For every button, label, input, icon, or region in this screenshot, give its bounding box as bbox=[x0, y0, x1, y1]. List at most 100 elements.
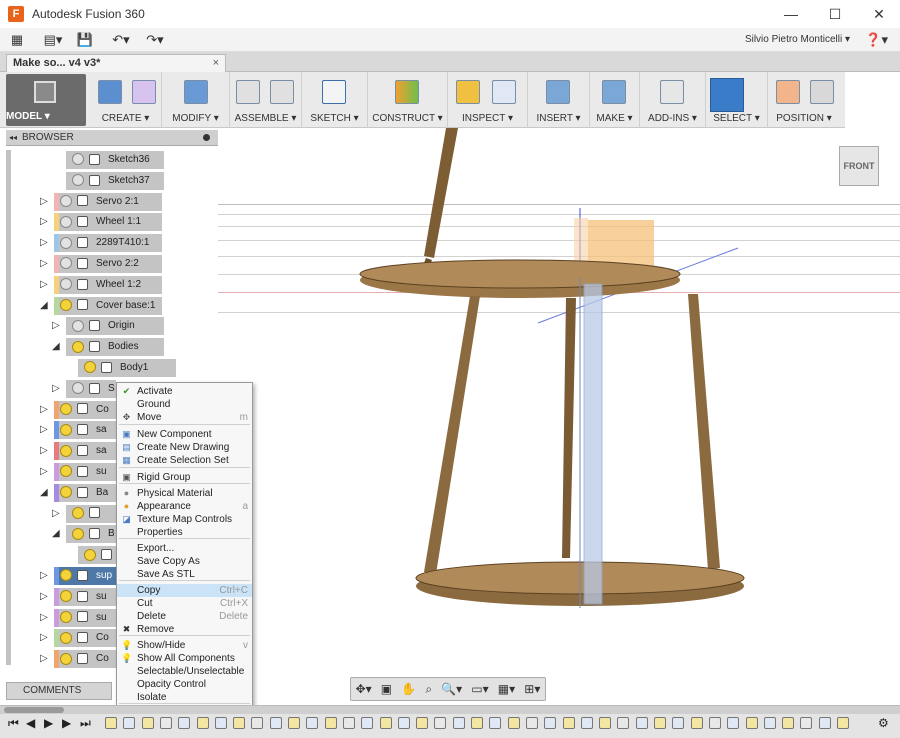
visibility-bulb-icon[interactable] bbox=[72, 319, 84, 332]
tree-expander-icon[interactable]: ◢ bbox=[40, 300, 48, 311]
box-icon[interactable] bbox=[98, 80, 122, 104]
zoom-icon[interactable]: ⌕ bbox=[425, 682, 432, 697]
browser-tree-node[interactable]: Servo 2:2 bbox=[54, 255, 162, 273]
timeline-feature-icon[interactable] bbox=[672, 717, 685, 729]
timeline-feature-icon[interactable] bbox=[708, 717, 721, 729]
close-button[interactable]: ✕ bbox=[856, 0, 900, 28]
position-group[interactable]: POSITION ▾ bbox=[768, 72, 840, 128]
visibility-bulb-icon[interactable] bbox=[60, 402, 72, 415]
visibility-bulb-icon[interactable] bbox=[60, 236, 72, 249]
browser-tree-node[interactable] bbox=[66, 504, 116, 523]
visibility-bulb-icon[interactable] bbox=[60, 569, 72, 582]
look-at-icon[interactable]: ▣ bbox=[381, 682, 392, 696]
visibility-bulb-icon[interactable] bbox=[72, 527, 84, 540]
tree-expander-icon[interactable]: ▷ bbox=[40, 404, 48, 415]
visibility-bulb-icon[interactable] bbox=[72, 174, 84, 187]
browser-header[interactable]: ◂◂ BROWSER bbox=[6, 130, 218, 146]
browser-tree-node[interactable]: Body1 bbox=[78, 359, 176, 377]
add-ins-group[interactable]: ADD-INS ▾ bbox=[640, 72, 706, 128]
browser-tree-node[interactable]: Wheel 1:2 bbox=[54, 275, 162, 294]
pan-icon[interactable]: ✋ bbox=[401, 682, 416, 696]
context-menu-item-new-component[interactable]: ▣ New Component bbox=[117, 428, 252, 441]
pin-icon[interactable] bbox=[203, 134, 210, 141]
inspect-group[interactable]: INSPECT ▾ bbox=[448, 72, 528, 128]
context-menu-item-ground[interactable]: Ground bbox=[117, 398, 252, 411]
timeline-feature-icon[interactable] bbox=[800, 717, 813, 729]
timeline-feature-icon[interactable] bbox=[690, 717, 703, 729]
step-forward-icon[interactable]: ▶ bbox=[44, 716, 53, 730]
context-menu-item-texture-map-controls[interactable]: ◪ Texture Map Controls bbox=[117, 513, 252, 526]
context-menu-item-remove[interactable]: ✖ Remove bbox=[117, 623, 252, 636]
add-ins-menu[interactable]: ADD-INS ▾ bbox=[640, 113, 705, 124]
context-menu-item-opacity-control[interactable]: Opacity Control bbox=[117, 678, 252, 691]
select-menu[interactable]: SELECT ▾ bbox=[706, 113, 767, 124]
comments-panel[interactable]: COMMENTS bbox=[6, 682, 112, 700]
timeline-feature-icon[interactable] bbox=[525, 717, 538, 729]
timeline-feature-icon[interactable] bbox=[196, 717, 209, 729]
timeline-feature-icon[interactable] bbox=[214, 717, 227, 729]
save-icon[interactable]: 💾 bbox=[72, 32, 98, 48]
context-menu-item-properties[interactable]: Properties bbox=[117, 526, 252, 539]
timeline-feature-icon[interactable] bbox=[489, 717, 502, 729]
timeline-feature-icon[interactable] bbox=[288, 717, 300, 729]
timeline-feature-icon[interactable] bbox=[452, 717, 465, 729]
visibility-bulb-icon[interactable] bbox=[60, 444, 72, 457]
play-icon[interactable]: ▶ bbox=[62, 716, 71, 730]
modify-group[interactable]: MODIFY ▾ bbox=[162, 72, 230, 128]
context-menu-item-create-new-drawing[interactable]: ▤ Create New Drawing bbox=[117, 441, 252, 454]
tree-expander-icon[interactable]: ▷ bbox=[40, 466, 48, 477]
revert-position-icon[interactable] bbox=[810, 80, 834, 104]
inspect-menu[interactable]: INSPECT ▾ bbox=[448, 113, 527, 124]
browser-tree-node[interactable]: Co bbox=[54, 629, 116, 648]
visibility-bulb-icon[interactable] bbox=[60, 423, 72, 436]
timeline-feature-icon[interactable] bbox=[379, 717, 392, 729]
tree-expander-icon[interactable]: ▷ bbox=[40, 258, 48, 269]
visibility-bulb-icon[interactable] bbox=[72, 382, 84, 395]
browser-tree-node[interactable]: su bbox=[54, 587, 116, 606]
workspace-switcher[interactable]: MODEL ▾ bbox=[6, 74, 86, 126]
tree-expander-icon[interactable]: ◢ bbox=[52, 528, 60, 539]
go-to-end-icon[interactable]: ⏭ bbox=[80, 716, 91, 731]
visibility-bulb-icon[interactable] bbox=[60, 590, 72, 603]
visibility-bulb-icon[interactable] bbox=[72, 506, 84, 519]
timeline-feature-icon[interactable] bbox=[654, 717, 666, 729]
context-menu-item-show-hide[interactable]: 💡 Show/Hide v bbox=[117, 639, 252, 652]
select-group[interactable]: SELECT ▾ bbox=[706, 72, 768, 128]
joint-icon[interactable] bbox=[270, 80, 294, 104]
viewports-icon[interactable]: ⊞▾ bbox=[524, 682, 540, 696]
tree-expander-icon[interactable]: ▷ bbox=[40, 612, 48, 623]
viewcube-front[interactable]: FRONT bbox=[839, 146, 879, 186]
timeline-feature-icon[interactable] bbox=[617, 717, 630, 729]
tree-expander-icon[interactable]: ▷ bbox=[40, 591, 48, 602]
context-menu-item-export[interactable]: Export... bbox=[117, 542, 252, 555]
context-menu-item-appearance[interactable]: ● Appearance a bbox=[117, 500, 252, 513]
tree-expander-icon[interactable]: ◢ bbox=[40, 487, 48, 498]
modify-menu[interactable]: MODIFY ▾ bbox=[162, 113, 229, 124]
timeline-scrollbar[interactable] bbox=[0, 706, 900, 714]
context-menu-item-copy[interactable]: Copy Ctrl+C bbox=[117, 584, 252, 597]
visibility-bulb-icon[interactable] bbox=[84, 548, 96, 561]
timeline-feature-icon[interactable] bbox=[123, 717, 136, 729]
tree-expander-icon[interactable]: ▷ bbox=[40, 632, 48, 643]
timeline-feature-icon[interactable] bbox=[745, 717, 758, 729]
timeline-feature-icon[interactable] bbox=[507, 717, 520, 729]
zoom-window-icon[interactable]: 🔍▾ bbox=[441, 682, 462, 696]
capture-position-icon[interactable] bbox=[776, 80, 800, 104]
tree-expander-icon[interactable]: ▷ bbox=[40, 570, 48, 581]
insert-image-icon[interactable] bbox=[546, 80, 570, 104]
tree-expander-icon[interactable]: ◢ bbox=[52, 341, 60, 352]
browser-tree-node[interactable]: Co bbox=[54, 400, 116, 419]
browser-tree-node[interactable]: su bbox=[54, 463, 116, 481]
document-tab[interactable]: Make so... v4 v3* × bbox=[6, 54, 226, 72]
timeline-feature-icon[interactable] bbox=[727, 717, 740, 729]
sketch-group[interactable]: SKETCH ▾ bbox=[302, 72, 368, 128]
close-tab-icon[interactable]: × bbox=[213, 55, 219, 71]
timeline-feature-icon[interactable] bbox=[782, 717, 795, 729]
timeline-feature-icon[interactable] bbox=[141, 717, 154, 729]
context-menu-item-isolate[interactable]: Isolate bbox=[117, 691, 252, 704]
timeline-feature-icon[interactable] bbox=[269, 717, 282, 729]
timeline-feature-icon[interactable] bbox=[361, 717, 374, 729]
browser-tree-node[interactable]: S bbox=[66, 379, 116, 398]
timeline-feature-icon[interactable] bbox=[397, 717, 410, 729]
tree-expander-icon[interactable]: ▷ bbox=[52, 320, 60, 331]
